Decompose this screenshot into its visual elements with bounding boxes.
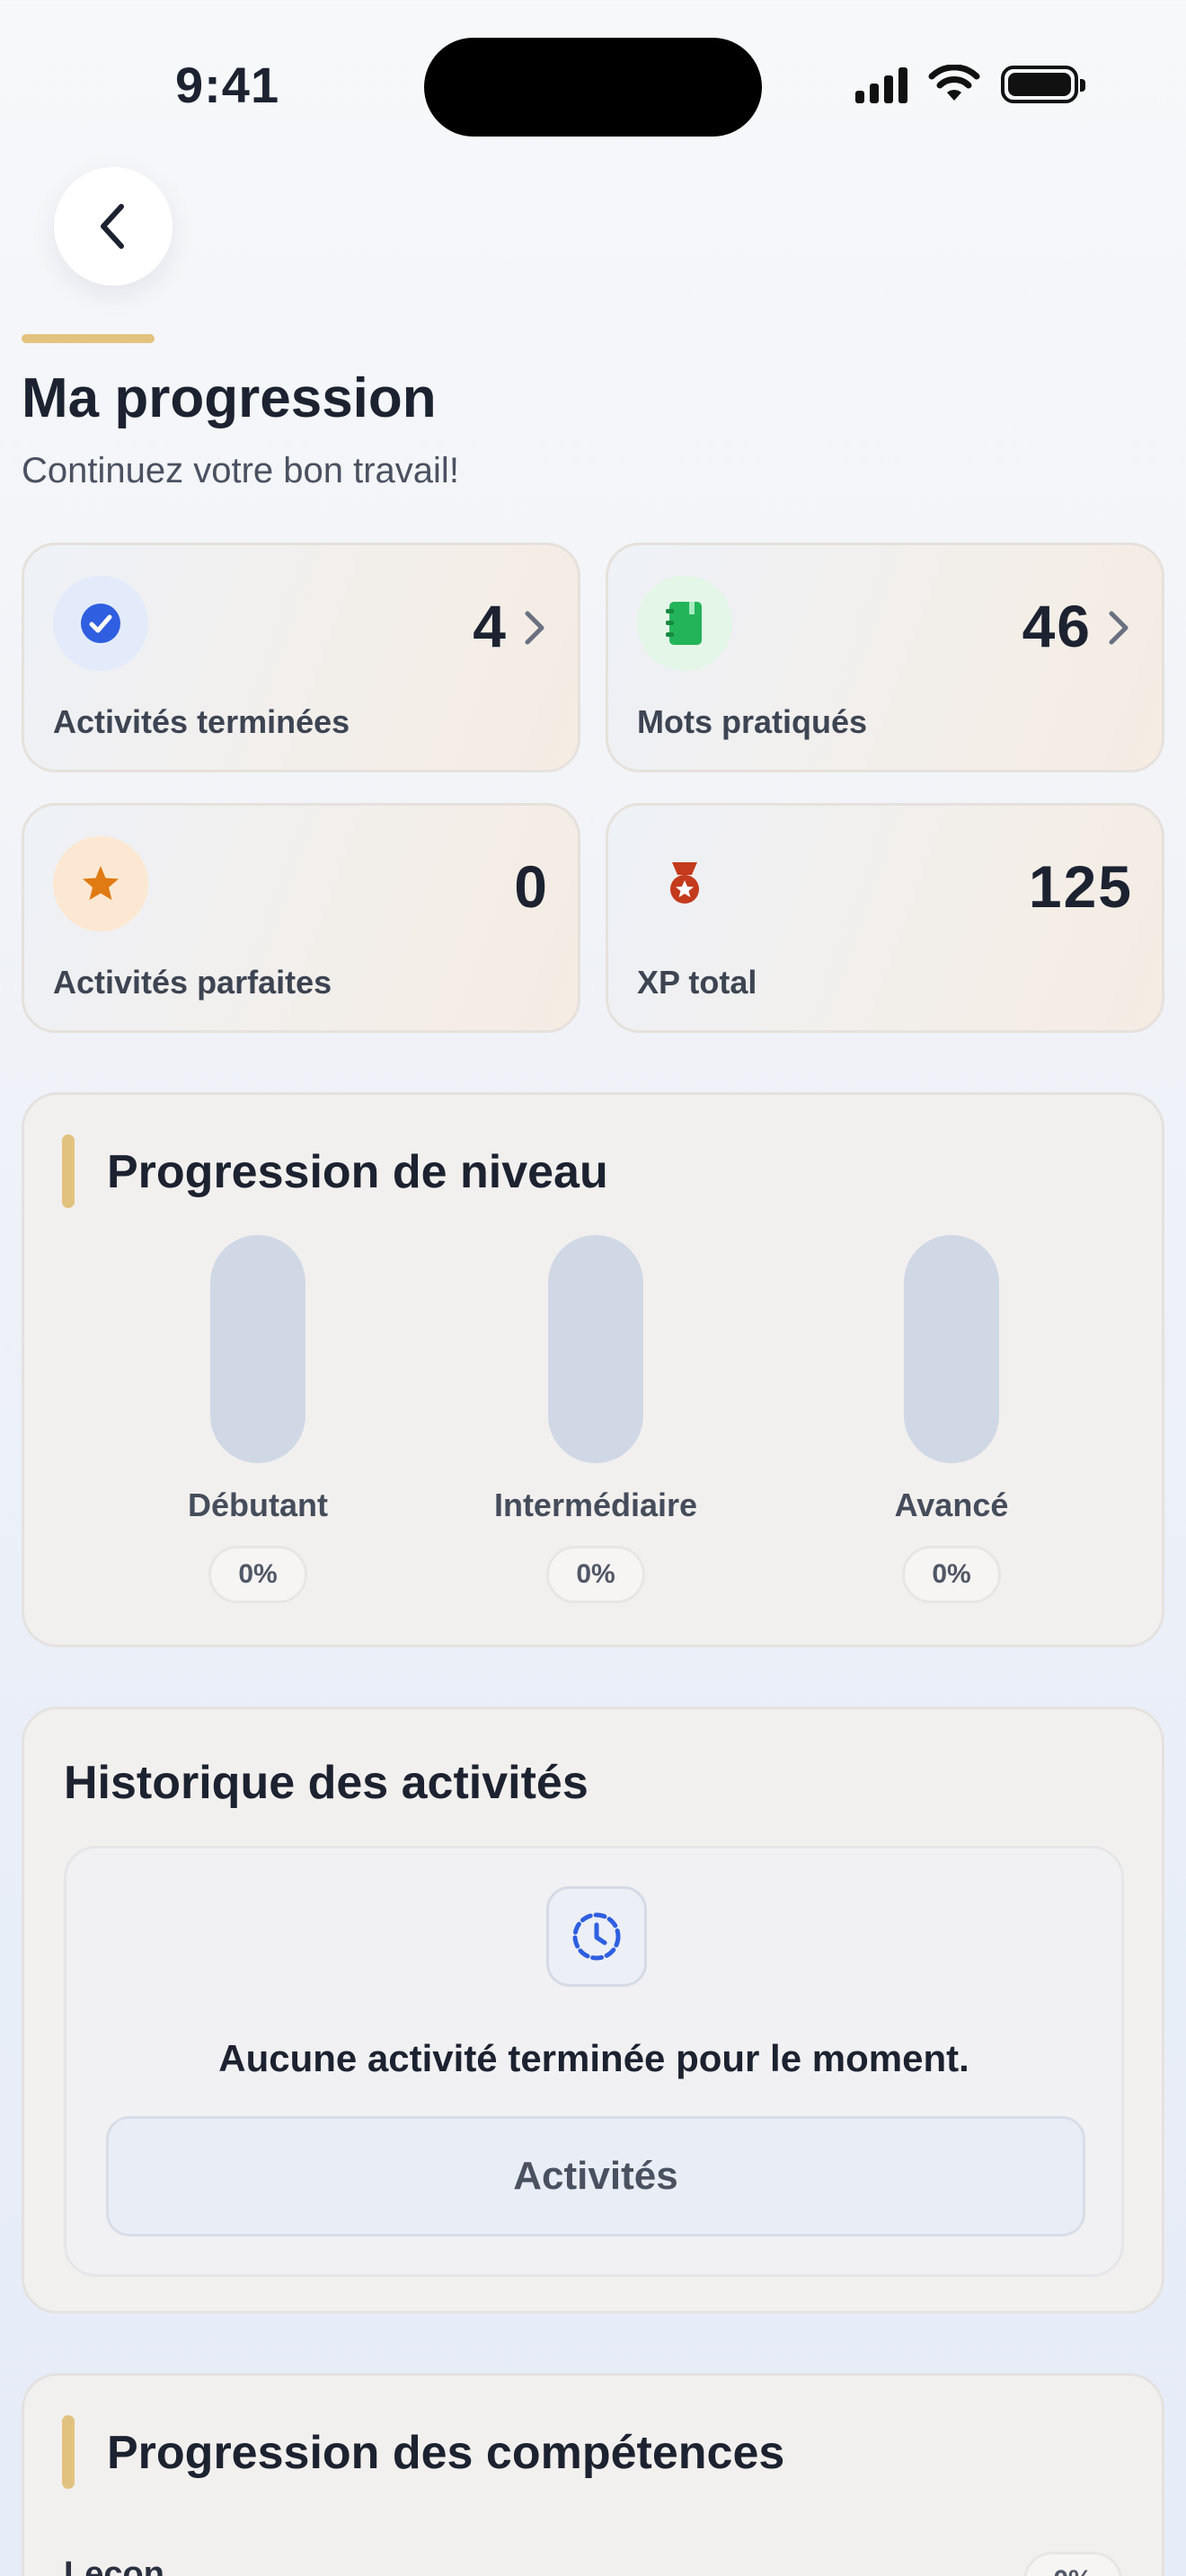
- title-accent-line: [22, 334, 155, 343]
- section-accent-bar: [62, 2415, 75, 2489]
- activity-history-section: Historique des activités Aucune activité…: [22, 1707, 1164, 2314]
- check-circle-icon: [53, 576, 148, 671]
- section-title: Progression des compétences: [107, 2427, 785, 2479]
- empty-state-card: Aucune activité terminée pour le moment.…: [64, 1846, 1124, 2277]
- medal-icon: [637, 836, 732, 931]
- status-time: 9:41: [175, 57, 280, 113]
- back-button[interactable]: [54, 167, 173, 286]
- empty-state-text: Aucune activité terminée pour le moment.: [218, 2037, 969, 2079]
- stat-label: Activités terminées: [53, 703, 350, 740]
- stat-value: 0: [514, 853, 549, 920]
- stat-label: Mots pratiqués: [637, 703, 868, 740]
- level-label: Intermédiaire: [493, 1486, 698, 1523]
- star-icon: [53, 836, 148, 931]
- level-percent-badge: 0%: [546, 1546, 645, 1603]
- level-percent-badge: 0%: [902, 1546, 1001, 1603]
- skills-progress-section: Progression des compétences Leçon 0%: [22, 2373, 1164, 2576]
- battery-icon: [1001, 66, 1085, 103]
- stat-label: Activités parfaites: [53, 964, 332, 1001]
- page-subtitle: Continuez votre bon travail!: [22, 451, 459, 490]
- level-column-beginner: Débutant 0%: [123, 1095, 393, 1645]
- stat-card-words-practiced[interactable]: 46 Mots pratiqués: [606, 543, 1164, 772]
- chevron-left-icon: [101, 204, 124, 249]
- level-label: Débutant: [188, 1486, 328, 1523]
- skill-percent-badge: 0%: [1023, 2552, 1122, 2576]
- level-column-intermediate: Intermédiaire 0%: [461, 1095, 730, 1645]
- stat-label: XP total: [637, 964, 757, 1001]
- level-progress-section: Progression de niveau Débutant 0% Interm…: [22, 1092, 1164, 1647]
- clock-history-icon: [546, 1886, 647, 1987]
- page-title: Ma progression: [22, 367, 437, 429]
- level-label: Avancé: [894, 1486, 1009, 1523]
- stat-value: 4: [473, 593, 508, 659]
- notebook-icon: [637, 576, 732, 671]
- level-percent-badge: 0%: [208, 1546, 307, 1603]
- level-column-advanced: Avancé 0%: [817, 1095, 1086, 1645]
- status-icons: [855, 65, 1085, 104]
- stat-card-perfect-activities[interactable]: 0 Activités parfaites: [22, 803, 580, 1033]
- skill-label: Leçon: [64, 2555, 164, 2576]
- dynamic-island: [424, 38, 762, 137]
- stat-card-total-xp[interactable]: 125 XP total: [606, 803, 1164, 1033]
- section-title: Historique des activités: [64, 1757, 589, 1809]
- level-bar: [210, 1235, 305, 1463]
- wifi-icon: [928, 65, 980, 101]
- stat-card-activities-completed[interactable]: 4 Activités terminées: [22, 543, 580, 772]
- level-bar: [904, 1235, 999, 1463]
- stat-value: 125: [1028, 853, 1133, 920]
- stat-value: 46: [1022, 593, 1092, 659]
- signal-icon: [855, 66, 907, 103]
- status-bar: 9:41: [0, 0, 1186, 171]
- section-accent-bar: [62, 1134, 75, 1208]
- chevron-right-icon: [525, 611, 544, 645]
- activities-button[interactable]: Activités: [106, 2116, 1085, 2236]
- chevron-right-icon: [1109, 611, 1128, 645]
- level-bar: [548, 1235, 643, 1463]
